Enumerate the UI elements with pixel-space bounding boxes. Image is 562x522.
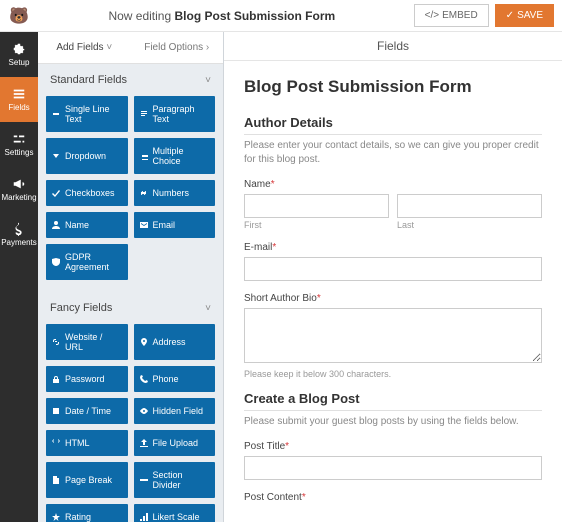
section-author: Author Details — [244, 115, 542, 135]
field-multiple-choice[interactable]: Multiple Choice — [134, 138, 216, 174]
email-label: E-mail* — [244, 242, 542, 253]
first-name-input[interactable] — [244, 194, 389, 218]
rail-payments[interactable]: Payments — [0, 212, 38, 257]
chevron-down-icon: ˅ — [106, 42, 112, 53]
last-name-input[interactable] — [397, 194, 542, 218]
field-hidden-field[interactable]: Hidden Field — [134, 398, 216, 424]
rail-settings[interactable]: Settings — [0, 122, 38, 167]
section-header[interactable]: Fancy Fields˅ — [38, 292, 223, 324]
rail-marketing[interactable]: Marketing — [0, 167, 38, 212]
field-rating[interactable]: Rating — [46, 504, 128, 522]
field-phone[interactable]: Phone — [134, 366, 216, 392]
chevron-right-icon: › — [206, 42, 209, 53]
bio-textarea[interactable] — [244, 308, 542, 363]
chevron-down-icon: ˅ — [205, 75, 211, 86]
name-label: Name* — [244, 179, 542, 190]
field-address[interactable]: Address — [134, 324, 216, 360]
email-input[interactable] — [244, 257, 542, 281]
post-content-label: Post Content* — [244, 492, 542, 503]
section-header[interactable]: Standard Fields˅ — [38, 64, 223, 96]
logo-icon: 🐻 — [8, 5, 30, 27]
field-html[interactable]: HTML — [46, 430, 128, 456]
field-checkboxes[interactable]: Checkboxes — [46, 180, 128, 206]
preview-head: Fields — [224, 32, 562, 61]
preview-pane: Fields Blog Post Submission Form Author … — [224, 32, 562, 522]
field-email[interactable]: Email — [134, 212, 216, 238]
tab-field-options[interactable]: Field Options › — [131, 32, 224, 63]
save-button[interactable]: ✓ SAVE — [495, 4, 554, 27]
field-section-divider[interactable]: Section Divider — [134, 462, 216, 498]
section-author-desc: Please enter your contact details, so we… — [244, 139, 542, 167]
field-name[interactable]: Name — [46, 212, 128, 238]
last-sub: Last — [397, 220, 542, 230]
top-bar: 🐻 Now editing Blog Post Submission Form … — [0, 0, 562, 32]
field-file-upload[interactable]: File Upload — [134, 430, 216, 456]
rail-fields[interactable]: Fields — [0, 77, 38, 122]
section-post-desc: Please submit your guest blog posts by u… — [244, 415, 542, 429]
section-post: Create a Blog Post — [244, 391, 542, 411]
form-title: Blog Post Submission Form — [244, 77, 542, 97]
embed-button[interactable]: </>EMBED — [414, 4, 489, 27]
field-page-break[interactable]: Page Break — [46, 462, 128, 498]
field-single-line-text[interactable]: Single Line Text — [46, 96, 128, 132]
bio-label: Short Author Bio* — [244, 293, 542, 304]
editing-title: Now editing Blog Post Submission Form — [30, 9, 414, 23]
tab-add-fields[interactable]: Add Fields ˅ — [38, 32, 131, 63]
post-title-label: Post Title* — [244, 441, 542, 452]
left-rail: SetupFieldsSettingsMarketingPayments — [0, 32, 38, 522]
rail-setup[interactable]: Setup — [0, 32, 38, 77]
field-dropdown[interactable]: Dropdown — [46, 138, 128, 174]
field-gdpr-agreement[interactable]: GDPR Agreement — [46, 244, 128, 280]
first-sub: First — [244, 220, 389, 230]
chevron-down-icon: ˅ — [205, 303, 211, 314]
field-password[interactable]: Password — [46, 366, 128, 392]
code-icon: </> — [425, 10, 439, 21]
field-website-url[interactable]: Website / URL — [46, 324, 128, 360]
field-numbers[interactable]: Numbers — [134, 180, 216, 206]
field-paragraph-text[interactable]: Paragraph Text — [134, 96, 216, 132]
bio-hint: Please keep it below 300 characters. — [244, 369, 542, 379]
fields-panel: Add Fields ˅ Field Options › Standard Fi… — [38, 32, 224, 522]
post-title-input[interactable] — [244, 456, 542, 480]
field-likert-scale[interactable]: Likert Scale — [134, 504, 216, 522]
field-date-time[interactable]: Date / Time — [46, 398, 128, 424]
